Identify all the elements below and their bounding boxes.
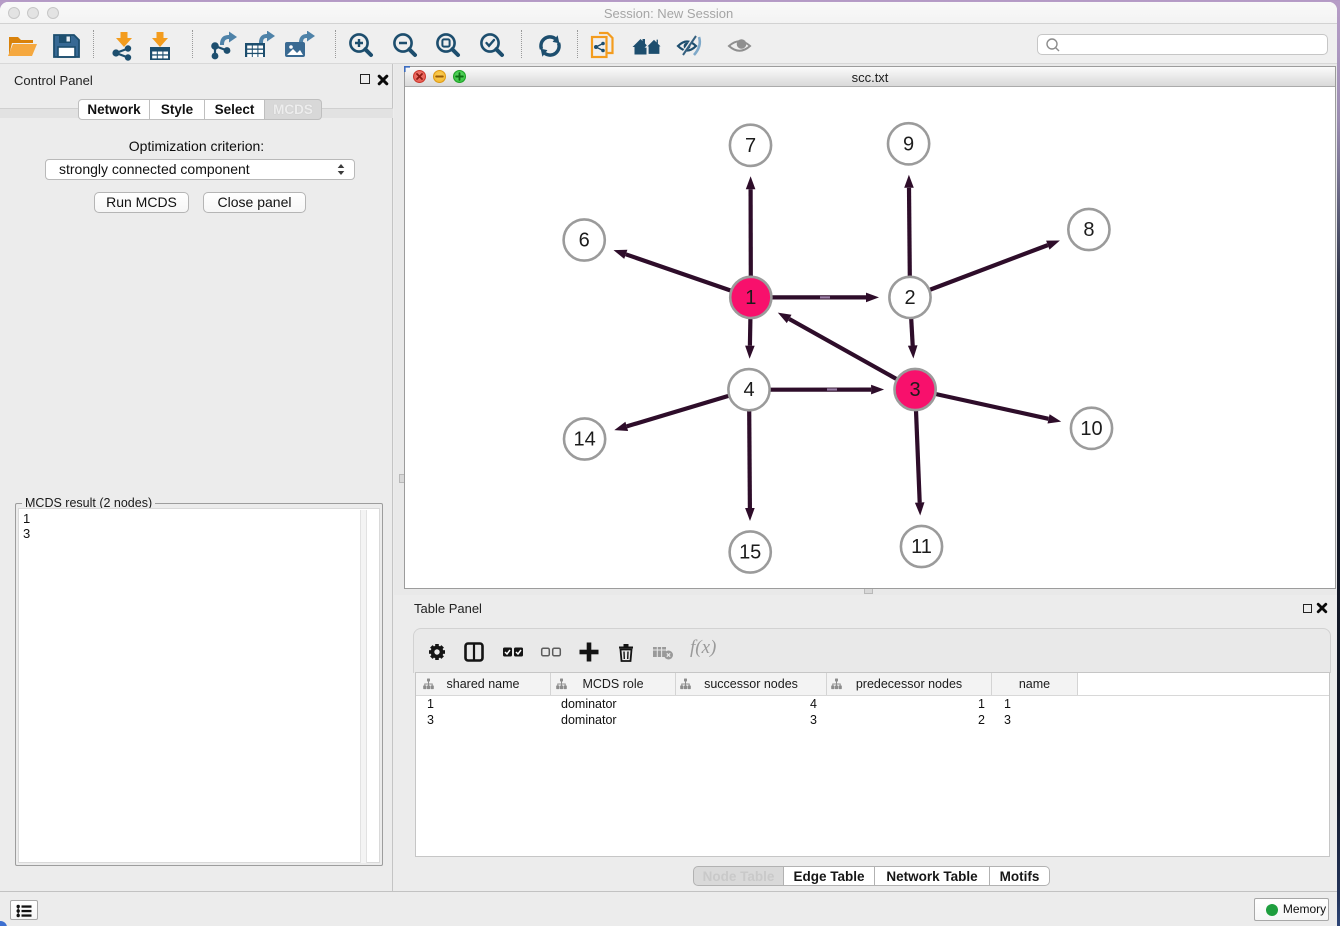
svg-text:4: 4 xyxy=(743,379,754,401)
svg-text:15: 15 xyxy=(739,542,761,564)
svg-text:8: 8 xyxy=(1083,219,1094,241)
svg-text:9: 9 xyxy=(903,133,914,155)
svg-text:2: 2 xyxy=(904,287,915,309)
svg-text:10: 10 xyxy=(1080,418,1102,440)
svg-text:6: 6 xyxy=(579,230,590,252)
svg-text:11: 11 xyxy=(911,536,932,558)
svg-text:7: 7 xyxy=(745,135,756,157)
svg-text:3: 3 xyxy=(910,379,921,401)
svg-text:14: 14 xyxy=(573,429,595,451)
svg-text:1: 1 xyxy=(745,287,756,309)
